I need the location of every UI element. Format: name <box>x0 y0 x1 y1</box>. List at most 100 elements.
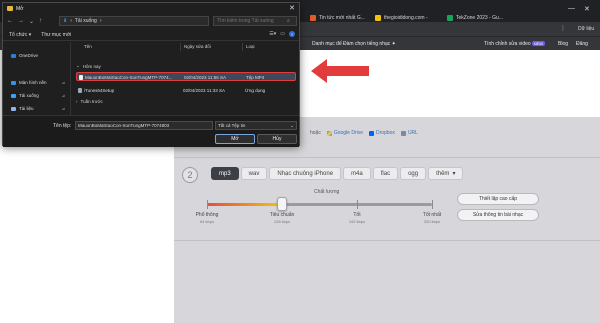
edit-track-info-button[interactable]: Sửa thông tin bài nhạc <box>457 209 539 221</box>
column-header-type[interactable]: Loại <box>246 44 255 49</box>
dialog-toolbar: Tổ chức ▾ Thư mục mới <box>3 29 299 41</box>
column-header-date[interactable]: Ngày sửa đổi <box>184 44 211 49</box>
address-breadcrumb[interactable]: ⬇ › Tải xuống › <box>59 16 209 26</box>
quality-level-bitrate: 128 kbps <box>273 219 291 224</box>
file-date: 02/04/2023 11:56 SA <box>184 75 226 80</box>
chevron-down-icon[interactable]: ⌄ <box>29 18 34 25</box>
minimize-icon[interactable]: — <box>568 5 575 12</box>
forward-arrow-icon[interactable]: → <box>18 18 24 24</box>
quality-slider-fill <box>207 203 282 206</box>
chevron-down-icon: ▾ <box>452 171 456 177</box>
bookmark-item[interactable]: Tính chỉnh sửa video NEW <box>484 41 546 47</box>
format-tab-more[interactable]: thêm ▾ <box>428 167 464 180</box>
help-icon[interactable]: ? <box>289 31 295 37</box>
chevron-down-icon: ⌄ <box>76 63 80 68</box>
tab-favicon-icon <box>310 15 316 21</box>
desktop-icon <box>11 80 16 85</box>
panel-divider <box>174 240 600 241</box>
red-arrow-icon <box>311 59 369 83</box>
quality-level-bitrate: 64 kbps <box>199 219 214 224</box>
cancel-button[interactable]: Hủy <box>257 134 297 144</box>
format-tabs: mp3 wav Nhạc chuông iPhone m4a flac ogg … <box>211 167 464 180</box>
pin-icon: ⊿ <box>61 106 65 111</box>
search-input[interactable] <box>217 18 287 24</box>
quality-slider-thumb[interactable] <box>277 197 287 211</box>
group-header-last-week[interactable]: › Tuần trước <box>76 99 103 104</box>
toolbar-right: ☰▾ ▭ ? <box>269 31 295 37</box>
quality-slider-tick[interactable] <box>357 200 358 209</box>
filename-field[interactable]: MauonBoMatSaoCon-SonTungMTP-7074803 <box>75 121 213 130</box>
panel-divider <box>174 157 600 158</box>
view-options-icon[interactable]: ☰▾ <box>269 31 276 37</box>
format-tab-mp3[interactable]: mp3 <box>211 167 239 180</box>
quality-slider-track[interactable] <box>207 203 432 206</box>
back-arrow-icon[interactable]: ← <box>7 18 13 24</box>
tab-favicon-icon <box>447 15 453 21</box>
quality-label: Chất lượng <box>314 189 340 195</box>
sidebar-item-documents[interactable]: Tài liệu ⊿ <box>11 104 69 113</box>
quality-level-bitrate: 192 kbps <box>348 219 366 224</box>
chevron-right-icon: › <box>76 99 78 104</box>
upload-or-label: hoặc <box>310 130 321 136</box>
sidebar-item-desktop[interactable]: Màn hình nền ⊿ <box>11 78 69 87</box>
bookmark-item[interactable]: Đăng <box>576 41 588 47</box>
file-name: iTunes64Setup <box>84 88 115 93</box>
dialog-sidebar: OneDrive Màn hình nền ⊿ Tải xuống ⊿ Tài … <box>3 42 71 115</box>
close-icon[interactable]: ✕ <box>289 4 295 12</box>
breadcrumb-item[interactable]: Tải xuống <box>75 18 97 24</box>
quality-level-label[interactable]: Tốt nhất <box>412 212 452 218</box>
app-icon <box>78 88 82 93</box>
sidebar-item-downloads[interactable]: Tải xuống ⊿ <box>11 91 69 100</box>
download-folder-icon: ⬇ <box>63 18 68 24</box>
bookmark-item[interactable]: Blog <box>558 41 568 47</box>
upload-sources: hoặc Google Drive Dropbox URL <box>310 130 418 136</box>
pin-icon: ⊿ <box>61 93 65 98</box>
file-date: 02/04/2023 11:33 SA <box>183 88 225 93</box>
browser-menu-label: Dữ liệu <box>578 26 595 32</box>
quality-level-label[interactable]: Phổ thông <box>187 212 227 218</box>
file-icon <box>79 75 83 80</box>
open-file-dialog: Mở ✕ ← → ⌄ ↑ ⬇ › Tải xuống › ⌕ Tổ chức ▾… <box>2 2 300 147</box>
format-tab-iphone-ringtone[interactable]: Nhạc chuông iPhone <box>269 167 342 180</box>
dialog-titlebar: Mở <box>3 3 299 14</box>
dropbox-button[interactable]: Dropbox <box>369 130 395 136</box>
filename-label: Tên tệp: <box>53 123 72 129</box>
file-row[interactable]: MauonBoMatSaoCon-SonTungMTP-7074... 02/0… <box>76 72 296 81</box>
format-tab-m4a[interactable]: m4a <box>343 167 371 180</box>
quality-slider-tick[interactable] <box>207 200 208 209</box>
google-drive-button[interactable]: Google Drive <box>326 130 363 136</box>
quality-slider-tick[interactable] <box>432 200 433 209</box>
download-icon <box>11 93 16 98</box>
url-button[interactable]: URL <box>400 130 418 136</box>
folder-icon <box>7 6 13 11</box>
quality-level-bitrate: 320 kbps <box>423 219 441 224</box>
pin-icon: ⊿ <box>61 80 65 85</box>
bookmark-item[interactable]: Danh mục đế <box>312 41 342 47</box>
format-tab-wav[interactable]: wav <box>240 167 268 180</box>
browser-close-icon[interactable]: ✕ <box>584 5 590 13</box>
format-tab-ogg[interactable]: ogg <box>400 167 427 180</box>
quality-level-label[interactable]: Tốt <box>337 212 377 218</box>
filetype-select[interactable]: Tất cả Tệp tin ⌄ <box>215 121 297 130</box>
new-badge: NEW <box>531 41 546 46</box>
file-type: Tệp MP4 <box>246 75 265 80</box>
column-header-name[interactable]: Tên <box>84 44 92 49</box>
dropbox-icon <box>369 130 375 136</box>
document-icon <box>11 106 16 111</box>
organize-button[interactable]: Tổ chức ▾ <box>9 32 31 38</box>
file-row[interactable]: iTunes64Setup 02/04/2023 11:33 SA Ứng dụ… <box>76 86 296 95</box>
sidebar-item-onedrive[interactable]: OneDrive <box>11 51 69 60</box>
new-folder-button[interactable]: Thư mục mới <box>41 32 71 38</box>
file-name: MauonBoMatSaoCon-SonTungMTP-7074... <box>85 75 173 80</box>
up-arrow-icon[interactable]: ↑ <box>39 18 42 24</box>
advanced-settings-button[interactable]: Thiết lập cao cấp <box>457 193 539 205</box>
quality-level-label[interactable]: Tiêu chuẩn <box>262 212 302 218</box>
bookmark-item[interactable]: Đàm chọn tiếng nhạc ✦ <box>343 41 396 47</box>
browser-menu-icon[interactable]: ⋮ <box>560 25 566 32</box>
search-box: ⌕ <box>213 16 297 26</box>
group-header-today[interactable]: ⌄ Hôm nay <box>76 63 101 69</box>
open-button[interactable]: Mở <box>215 134 255 144</box>
format-tab-flac[interactable]: flac <box>372 167 399 180</box>
preview-pane-icon[interactable]: ▭ <box>280 31 285 37</box>
chevron-down-icon: ⌄ <box>290 122 294 128</box>
